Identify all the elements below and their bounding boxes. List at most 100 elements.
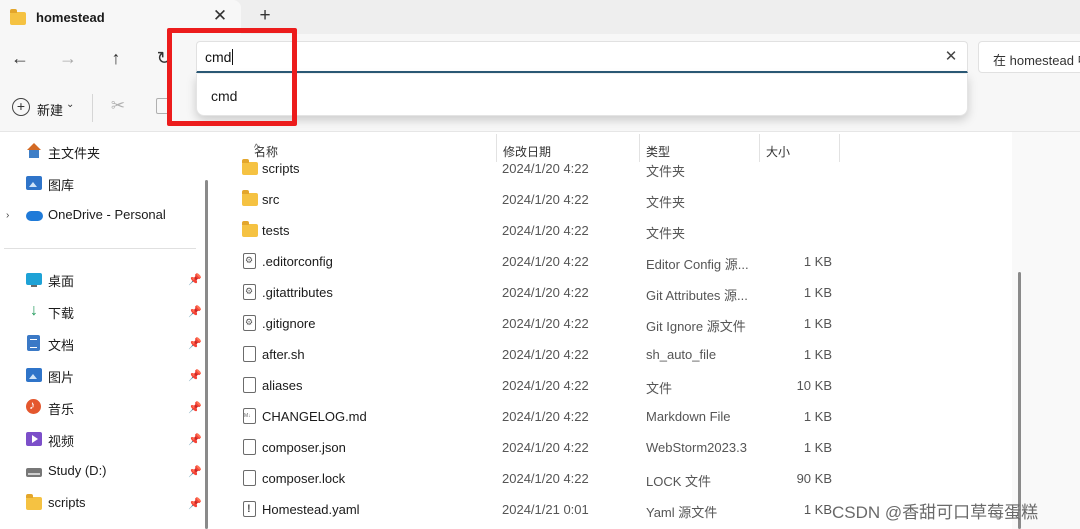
- file-name: .gitignore: [262, 316, 316, 331]
- file-type: 文件: [646, 381, 673, 396]
- file-type: WebStorm2023.3: [646, 440, 747, 455]
- pin-icon: 📌: [188, 370, 202, 382]
- pin-icon: 📌: [188, 466, 202, 478]
- sidebar-item-downloads[interactable]: ↓ 下载 📌: [0, 297, 214, 327]
- sidebar-scrollbar[interactable]: [205, 180, 208, 529]
- search-placeholder: 在 homestead 中搜索: [993, 53, 1080, 68]
- sidebar-divider: [4, 248, 196, 249]
- pin-icon: 📌: [188, 498, 202, 510]
- file-modified: 2024/1/20 4:22: [502, 285, 589, 300]
- sidebar-item-label: 桌面: [48, 274, 75, 289]
- add-circle-icon: +: [12, 98, 30, 116]
- up-arrow-icon[interactable]: ↑: [103, 46, 129, 70]
- file-icon: [242, 470, 258, 486]
- clear-icon[interactable]: ✕: [941, 47, 961, 67]
- new-button-label: 新建: [37, 103, 64, 118]
- table-row[interactable]: .gitignore 2024/1/20 4:22 Git Ignore 源文件…: [220, 308, 1012, 339]
- address-bar[interactable]: cmd ✕: [196, 41, 968, 73]
- table-row[interactable]: src 2024/1/20 4:22 文件夹: [220, 184, 1012, 215]
- cut-icon[interactable]: ✂: [108, 96, 128, 116]
- sidebar-item-label: 图片: [48, 370, 75, 385]
- config-file-icon: [242, 253, 258, 269]
- file-type: Markdown File: [646, 409, 731, 424]
- sidebar-item-study-drive[interactable]: Study (D:) 📌: [0, 457, 214, 487]
- pin-icon: 📌: [188, 338, 202, 350]
- forward-arrow-icon[interactable]: →: [55, 46, 81, 70]
- new-tab-button[interactable]: +: [255, 5, 275, 27]
- sidebar-item-home[interactable]: 主文件夹: [0, 137, 214, 167]
- sidebar-item-music[interactable]: 音乐 📌: [0, 393, 214, 423]
- sidebar-item-onedrive[interactable]: › OneDrive - Personal: [0, 201, 214, 231]
- file-name: CHANGELOG.md: [262, 409, 367, 424]
- sidebar-item-desktop[interactable]: 桌面 📌: [0, 265, 214, 295]
- table-row[interactable]: composer.json 2024/1/20 4:22 WebStorm202…: [220, 432, 1012, 463]
- expand-chevron-icon[interactable]: ›: [6, 210, 9, 221]
- file-modified: 2024/1/20 4:22: [502, 316, 589, 331]
- file-size: 1 KB: [803, 316, 832, 331]
- file-type: sh_auto_file: [646, 347, 717, 362]
- back-arrow-icon[interactable]: ←: [7, 46, 33, 70]
- file-modified: 2024/1/20 4:22: [502, 192, 589, 207]
- file-name: after.sh: [262, 347, 305, 362]
- markdown-file-icon: [242, 408, 258, 424]
- file-size: 1 KB: [803, 409, 832, 424]
- folder-icon: [10, 9, 28, 25]
- command-separator: [92, 94, 93, 122]
- sidebar-item-label: OneDrive - Personal: [48, 207, 166, 222]
- tab-title: homestead: [36, 10, 105, 25]
- file-type: Git Attributes 源...: [646, 288, 748, 303]
- file-size: 90 KB: [796, 471, 832, 486]
- right-pane: [1012, 132, 1080, 529]
- yaml-file-icon: [242, 501, 258, 517]
- search-input[interactable]: 在 homestead 中搜索: [978, 41, 1080, 73]
- pin-icon: 📌: [188, 306, 202, 318]
- sidebar-item-documents[interactable]: 文档 📌: [0, 329, 214, 359]
- drive-icon: [26, 463, 42, 479]
- file-size: 1 KB: [803, 254, 832, 269]
- file-icon: [242, 377, 258, 393]
- sidebar-item-gallery[interactable]: 图库: [0, 169, 214, 199]
- documents-icon: [26, 335, 42, 351]
- navigation-pane: 主文件夹 图库 › OneDrive - Personal 桌面 📌 ↓ 下载 …: [0, 132, 214, 529]
- sidebar-item-label: 图库: [48, 178, 75, 193]
- file-name: .editorconfig: [262, 254, 333, 269]
- file-name: .gitattributes: [262, 285, 333, 300]
- file-name: aliases: [262, 378, 303, 393]
- file-modified: 2024/1/20 4:22: [502, 471, 589, 486]
- file-list-scrollbar[interactable]: [1018, 272, 1021, 529]
- file-name: tests: [262, 223, 290, 238]
- sidebar-item-label: 音乐: [48, 402, 75, 417]
- sidebar-item-scripts[interactable]: scripts 📌: [0, 489, 214, 519]
- chevron-down-icon: ⌄: [66, 99, 75, 110]
- pictures-icon: [26, 367, 42, 383]
- file-type: 文件夹: [646, 195, 686, 210]
- file-modified: 2024/1/20 4:22: [502, 440, 589, 455]
- suggestion-item[interactable]: cmd: [197, 74, 967, 116]
- folder-icon: [242, 221, 258, 238]
- file-type: 文件夹: [646, 164, 686, 179]
- folder-icon: [242, 159, 258, 176]
- file-name: composer.lock: [262, 471, 346, 486]
- file-type: Yaml 源文件: [646, 505, 718, 520]
- file-modified: 2024/1/20 4:22: [502, 254, 589, 269]
- table-row[interactable]: tests 2024/1/20 4:22 文件夹: [220, 215, 1012, 246]
- table-row[interactable]: .editorconfig 2024/1/20 4:22 Editor Conf…: [220, 246, 1012, 277]
- table-row[interactable]: .gitattributes 2024/1/20 4:22 Git Attrib…: [220, 277, 1012, 308]
- table-row[interactable]: scripts 2024/1/20 4:22 文件夹: [220, 153, 1012, 184]
- file-modified: 2024/1/21 0:01: [502, 502, 589, 517]
- file-size: 1 KB: [803, 502, 832, 517]
- file-name: composer.json: [262, 440, 346, 455]
- file-type: Git Ignore 源文件: [646, 319, 746, 334]
- table-row[interactable]: aliases 2024/1/20 4:22 文件 10 KB: [220, 370, 1012, 401]
- close-icon[interactable]: ✕: [211, 7, 229, 25]
- table-row[interactable]: CHANGELOG.md 2024/1/20 4:22 Markdown Fil…: [220, 401, 1012, 432]
- file-icon: [242, 346, 258, 362]
- sidebar-item-videos[interactable]: 视频 📌: [0, 425, 214, 455]
- file-modified: 2024/1/20 4:22: [502, 409, 589, 424]
- file-icon: [242, 439, 258, 455]
- table-row[interactable]: composer.lock 2024/1/20 4:22 LOCK 文件 90 …: [220, 463, 1012, 494]
- pin-icon: 📌: [188, 434, 202, 446]
- gallery-icon: [26, 175, 42, 191]
- sidebar-item-pictures[interactable]: 图片 📌: [0, 361, 214, 391]
- table-row[interactable]: after.sh 2024/1/20 4:22 sh_auto_file 1 K…: [220, 339, 1012, 370]
